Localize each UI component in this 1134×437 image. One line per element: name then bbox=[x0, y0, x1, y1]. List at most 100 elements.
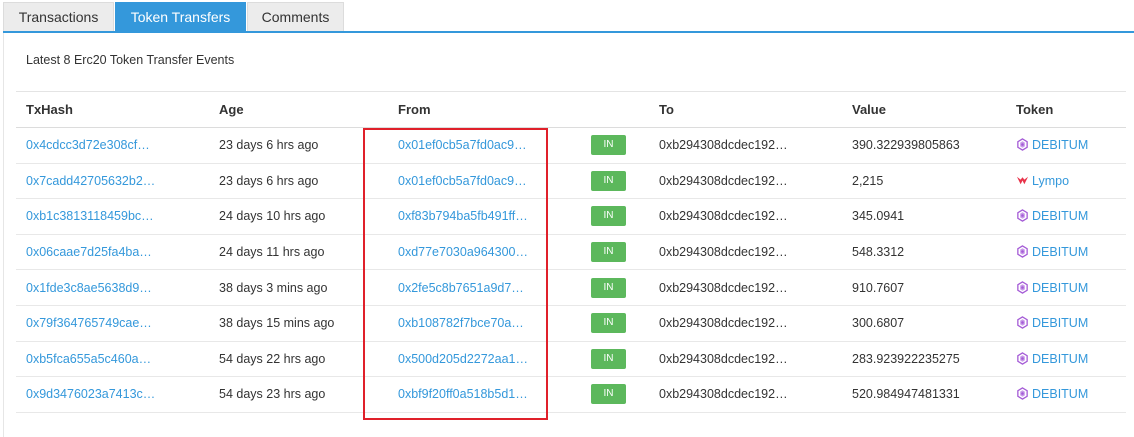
txhash-link[interactable]: 0x7cadd42705632b2… bbox=[26, 174, 155, 188]
to-cell: 0xb294308dcdec192… bbox=[649, 163, 842, 200]
age-cell: 38 days 3 mins ago bbox=[209, 269, 388, 306]
from-address-link[interactable]: 0x2fe5c8b7651a9d7… bbox=[398, 281, 524, 295]
lympo-icon bbox=[1016, 174, 1029, 187]
tab-token-transfers[interactable]: Token Transfers bbox=[115, 2, 246, 32]
token-link[interactable]: DEBITUM bbox=[1016, 209, 1088, 223]
to-cell: 0xb294308dcdec192… bbox=[649, 127, 842, 164]
token-link[interactable]: DEBITUM bbox=[1016, 387, 1088, 401]
token-link[interactable]: DEBITUM bbox=[1016, 138, 1088, 152]
token-name: DEBITUM bbox=[1032, 316, 1089, 331]
from-cell: 0xd77e7030a964300… bbox=[388, 234, 581, 271]
token-cell: DEBITUM bbox=[1006, 127, 1126, 164]
debitum-icon bbox=[1016, 138, 1029, 152]
txhash-cell: 0x4cdcc3d72e308cf… bbox=[16, 127, 209, 164]
txhash-cell: 0xb5fca655a5c460a… bbox=[16, 341, 209, 378]
token-cell: DEBITUM bbox=[1006, 234, 1126, 271]
direction-badge: IN bbox=[591, 313, 626, 334]
direction-cell: IN bbox=[581, 198, 649, 235]
table-row: 0x7cadd42705632b2… 23 days 6 hrs ago 0x01e… bbox=[16, 163, 1126, 200]
header-direction bbox=[581, 91, 649, 128]
debitum-icon bbox=[1016, 387, 1029, 401]
from-address-link[interactable]: 0x500d205d2272aa1… bbox=[398, 352, 528, 366]
table-header-row: TxHash Age From To Value Token bbox=[16, 91, 1126, 128]
header-value: Value bbox=[842, 91, 1006, 128]
txhash-cell: 0x9d3476023a7413c… bbox=[16, 376, 209, 413]
to-cell: 0xb294308dcdec192… bbox=[649, 305, 842, 342]
tab-transactions[interactable]: Transactions bbox=[3, 2, 114, 32]
table-row: 0x1fde3c8ae5638d9… 38 days 3 mins ago 0x2f… bbox=[16, 269, 1126, 306]
token-link[interactable]: DEBITUM bbox=[1016, 352, 1088, 366]
age-cell: 23 days 6 hrs ago bbox=[209, 163, 388, 200]
table-row: 0xb5fca655a5c460a… 54 days 22 hrs ago 0x50… bbox=[16, 341, 1126, 378]
token-name: DEBITUM bbox=[1032, 280, 1089, 295]
direction-badge: IN bbox=[591, 384, 626, 405]
token-name: DEBITUM bbox=[1032, 351, 1089, 366]
value-cell: 910.7607 bbox=[842, 269, 1006, 306]
token-link[interactable]: DEBITUM bbox=[1016, 316, 1088, 330]
token-cell: DEBITUM bbox=[1006, 376, 1126, 413]
value-cell: 520.984947481331 bbox=[842, 376, 1006, 413]
age-cell: 54 days 23 hrs ago bbox=[209, 376, 388, 413]
token-name: DEBITUM bbox=[1032, 245, 1089, 260]
age-cell: 38 days 15 mins ago bbox=[209, 305, 388, 342]
token-cell: Lympo bbox=[1006, 163, 1126, 200]
from-cell: 0x01ef0cb5a7fd0ac9… bbox=[388, 127, 581, 164]
direction-badge: IN bbox=[591, 348, 626, 369]
to-cell: 0xb294308dcdec192… bbox=[649, 234, 842, 271]
token-link[interactable]: DEBITUM bbox=[1016, 281, 1088, 295]
from-cell: 0xb108782f7bce70a… bbox=[388, 305, 581, 342]
value-cell: 548.3312 bbox=[842, 234, 1006, 271]
from-address-link[interactable]: 0x01ef0cb5a7fd0ac9… bbox=[398, 138, 527, 152]
panel-border bbox=[3, 33, 4, 437]
from-cell: 0xf83b794ba5fb491ff… bbox=[388, 198, 581, 235]
to-cell: 0xb294308dcdec192… bbox=[649, 269, 842, 306]
header-token: Token bbox=[1006, 91, 1126, 128]
from-cell: 0x500d205d2272aa1… bbox=[388, 341, 581, 378]
token-cell: DEBITUM bbox=[1006, 305, 1126, 342]
tab-comments[interactable]: Comments bbox=[247, 2, 344, 32]
direction-cell: IN bbox=[581, 269, 649, 306]
to-cell: 0xb294308dcdec192… bbox=[649, 341, 842, 378]
to-cell: 0xb294308dcdec192… bbox=[649, 198, 842, 235]
header-to: To bbox=[649, 91, 842, 128]
age-cell: 24 days 10 hrs ago bbox=[209, 198, 388, 235]
token-name: DEBITUM bbox=[1032, 209, 1089, 224]
direction-badge: IN bbox=[591, 277, 626, 298]
txhash-cell: 0x7cadd42705632b2… bbox=[16, 163, 209, 200]
direction-badge: IN bbox=[591, 206, 626, 227]
txhash-link[interactable]: 0x1fde3c8ae5638d9… bbox=[26, 281, 152, 295]
header-age: Age bbox=[209, 91, 388, 128]
token-name: Lympo bbox=[1032, 173, 1070, 188]
txhash-link[interactable]: 0x06caae7d25fa4ba… bbox=[26, 245, 152, 259]
debitum-icon bbox=[1016, 245, 1029, 258]
debitum-icon bbox=[1016, 209, 1029, 223]
value-cell: 345.0941 bbox=[842, 198, 1006, 235]
age-cell: 23 days 6 hrs ago bbox=[209, 127, 388, 164]
debitum-icon bbox=[1016, 316, 1029, 330]
txhash-link[interactable]: 0x4cdcc3d72e308cf… bbox=[26, 138, 150, 152]
from-cell: 0x01ef0cb5a7fd0ac9… bbox=[388, 163, 581, 200]
from-address-link[interactable]: 0xd77e7030a964300… bbox=[398, 245, 528, 259]
value-cell: 300.6807 bbox=[842, 305, 1006, 342]
from-address-link[interactable]: 0xb108782f7bce70a… bbox=[398, 316, 524, 330]
txhash-link[interactable]: 0xb1c3813118459bc… bbox=[26, 209, 154, 223]
token-link[interactable]: Lympo bbox=[1016, 174, 1069, 188]
debitum-icon bbox=[1016, 352, 1029, 365]
tab-underline bbox=[3, 31, 1134, 33]
token-cell: DEBITUM bbox=[1006, 269, 1126, 306]
age-cell: 24 days 11 hrs ago bbox=[209, 234, 388, 271]
value-cell: 283.923922235275 bbox=[842, 341, 1006, 378]
from-address-link[interactable]: 0x01ef0cb5a7fd0ac9… bbox=[398, 174, 527, 188]
direction-cell: IN bbox=[581, 305, 649, 342]
direction-cell: IN bbox=[581, 376, 649, 413]
from-address-link[interactable]: 0xf83b794ba5fb491ff… bbox=[398, 209, 528, 223]
header-txhash: TxHash bbox=[16, 91, 209, 128]
txhash-link[interactable]: 0xb5fca655a5c460a… bbox=[26, 352, 151, 366]
direction-cell: IN bbox=[581, 234, 649, 271]
from-address-link[interactable]: 0xbf9f20ff0a518b5d1… bbox=[398, 387, 528, 401]
direction-cell: IN bbox=[581, 341, 649, 378]
table-row: 0x9d3476023a7413c… 54 days 23 hrs ago 0xbf… bbox=[16, 376, 1126, 413]
token-link[interactable]: DEBITUM bbox=[1016, 245, 1088, 259]
txhash-link[interactable]: 0x79f364765749cae… bbox=[26, 316, 152, 330]
txhash-link[interactable]: 0x9d3476023a7413c… bbox=[26, 387, 155, 401]
